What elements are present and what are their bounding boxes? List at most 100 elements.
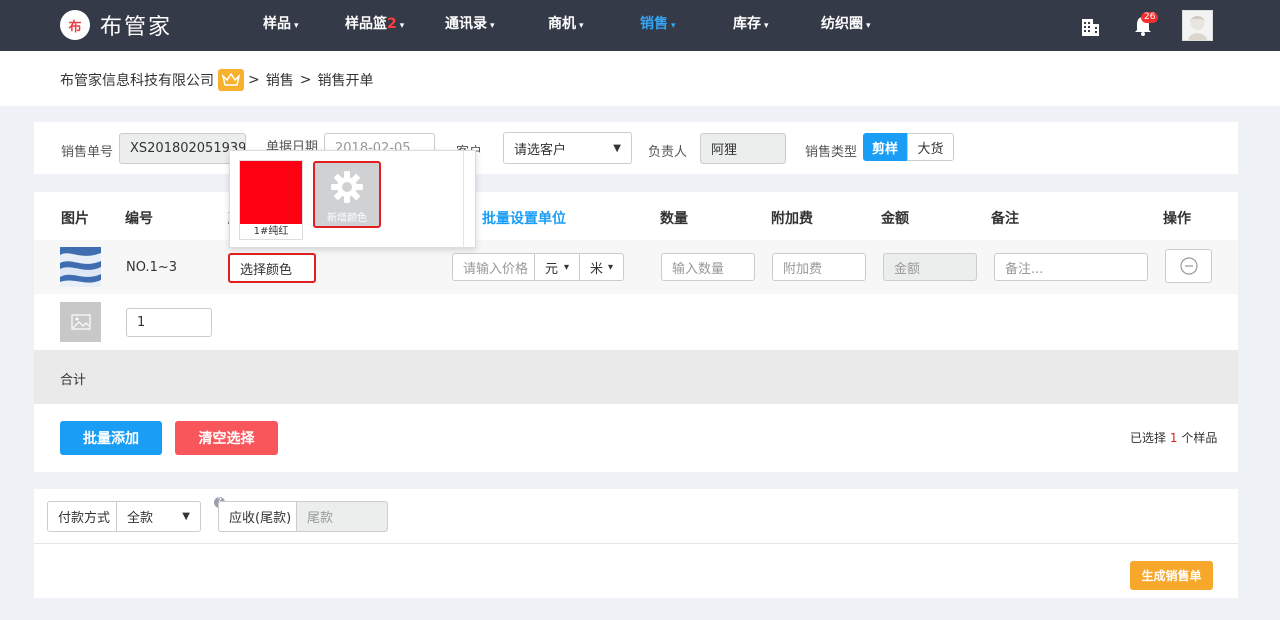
image-placeholder[interactable] bbox=[60, 302, 101, 342]
sale-type-sample-cut[interactable]: 剪样 bbox=[863, 133, 907, 161]
nav-label: 样品 bbox=[263, 16, 291, 32]
logo-text: 布管家 bbox=[100, 15, 173, 40]
remove-row-button[interactable] bbox=[1165, 249, 1212, 283]
caret-down-icon: ▾ bbox=[563, 261, 569, 273]
crown-icon bbox=[218, 69, 244, 91]
nav-item-contacts[interactable]: 通讯录 ▾ bbox=[445, 0, 495, 51]
batch-set-unit-link[interactable]: 批量设置单位 bbox=[482, 208, 566, 228]
quantity-placeholder: 输入数量 bbox=[672, 261, 725, 277]
nav-item-sample-basket[interactable]: 样品篮2 ▾ bbox=[345, 0, 404, 51]
breadcrumb-sales[interactable]: 销售 bbox=[266, 70, 294, 90]
breadcrumb-company[interactable]: 布管家信息科技有限公司 bbox=[60, 70, 214, 90]
chevron-down-icon: ▾ bbox=[764, 21, 769, 31]
amount-placeholder: 金额 bbox=[894, 261, 921, 277]
payment-method-value: 全款 bbox=[127, 511, 154, 526]
basket-count-badge: 2 bbox=[387, 16, 397, 32]
clear-selection-button[interactable]: 清空选择 bbox=[175, 421, 278, 455]
image-icon bbox=[70, 314, 91, 330]
chevron-down-icon: ▾ bbox=[866, 21, 871, 31]
nav-label: 库存 bbox=[733, 16, 761, 32]
breadcrumb-bar: 布管家信息科技有限公司 > 销售 > 销售开单 bbox=[0, 51, 1280, 106]
customer-select[interactable]: 请选客户 ▼ bbox=[503, 132, 632, 164]
avatar-image bbox=[1188, 16, 1207, 40]
nav-item-textile-circle[interactable]: 纺织圈 ▾ bbox=[821, 0, 871, 51]
nav-item-sales[interactable]: 销售 ▾ bbox=[640, 0, 676, 51]
add-color-label: 新增颜色 bbox=[327, 213, 367, 224]
dropdown-scrollbar[interactable] bbox=[463, 151, 464, 247]
unit-select[interactable]: 米 ▾ bbox=[579, 253, 624, 281]
chevron-down-icon: ▾ bbox=[490, 21, 495, 31]
chevron-down-icon: ▾ bbox=[294, 21, 299, 31]
nav-item-opportunities[interactable]: 商机 ▾ bbox=[548, 0, 584, 51]
items-table-card: 图片 编号 颜 批量设置单位 数量 附加费 金额 备注 操作 NO.1~3 选择… bbox=[34, 192, 1238, 472]
minus-circle-icon bbox=[1179, 257, 1198, 275]
amount-field: 金额 bbox=[883, 253, 977, 281]
nav-label: 销售 bbox=[640, 16, 668, 32]
chevron-down-icon: ▾ bbox=[579, 21, 584, 31]
breadcrumb-separator: > bbox=[299, 72, 312, 88]
top-nav: 布 布管家 样品 ▾ 样品篮2 ▾ 通讯录 ▾ 商机 ▾ 销售 ▾ 库存 ▾ 纺织圈 ▾ 26 bbox=[0, 0, 1280, 51]
owner-field: 阿狸 bbox=[700, 133, 786, 164]
payment-card: 付款方式 全款▼ ? 应收(尾款) 尾款 生成销售单 bbox=[34, 489, 1238, 598]
new-item-code-input[interactable]: 1 bbox=[126, 308, 212, 337]
nav-item-inventory[interactable]: 库存 ▾ bbox=[733, 0, 769, 51]
color-swatch[interactable]: 1#纯红 bbox=[239, 160, 303, 240]
quantity-input[interactable]: 输入数量 bbox=[661, 253, 755, 281]
swatch-fill bbox=[240, 161, 302, 224]
nav-label: 纺织圈 bbox=[821, 16, 863, 32]
selected-prefix: 已选择 bbox=[1130, 431, 1167, 445]
notification-badge: 26 bbox=[1141, 12, 1159, 23]
breadcrumb: 布管家信息科技有限公司 > 销售 > 销售开单 bbox=[60, 69, 373, 91]
extra-fee-placeholder: 附加费 bbox=[783, 261, 823, 277]
generate-sales-order-button[interactable]: 生成销售单 bbox=[1130, 561, 1213, 590]
breadcrumb-current: 销售开单 bbox=[317, 73, 374, 89]
order-no-field: XS201802051939 bbox=[119, 133, 246, 164]
payment-method-label: 付款方式 bbox=[47, 501, 117, 532]
price-input[interactable]: 请输入价格 bbox=[452, 253, 535, 281]
col-quantity: 数量 bbox=[660, 211, 688, 227]
table-row: NO.1~3 选择颜色 请输入价格 元 ▾ 米 ▾ 输入数量 附加费 金额 备注..… bbox=[34, 240, 1238, 294]
extra-fee-input[interactable]: 附加费 bbox=[772, 253, 866, 281]
breadcrumb-separator: > bbox=[248, 72, 260, 88]
selected-count: 1 bbox=[1169, 431, 1178, 445]
add-color-button[interactable]: 新增颜色 bbox=[313, 161, 381, 228]
swatch-label: 1#纯红 bbox=[253, 226, 289, 237]
receivable-label: 应收(尾款) bbox=[218, 501, 298, 532]
nav-label: 通讯录 bbox=[445, 16, 487, 32]
avatar[interactable] bbox=[1182, 10, 1213, 41]
nav-label: 样品篮 bbox=[345, 16, 387, 32]
currency-select[interactable]: 元 ▾ bbox=[534, 253, 580, 281]
col-amount: 金额 bbox=[881, 211, 909, 227]
fabric-thumbnail[interactable] bbox=[60, 247, 101, 287]
owner-label: 负责人 bbox=[648, 145, 688, 160]
choose-color-button[interactable]: 选择颜色 bbox=[228, 253, 316, 283]
logo[interactable]: 布 布管家 bbox=[60, 9, 172, 41]
nav-item-samples[interactable]: 样品 ▾ bbox=[263, 0, 299, 51]
sale-type-bulk[interactable]: 大货 bbox=[907, 133, 954, 161]
caret-down-icon: ▼ bbox=[182, 511, 190, 522]
sale-type-label: 销售类型 bbox=[805, 145, 858, 160]
currency-value: 元 bbox=[545, 261, 559, 277]
col-note: 备注 bbox=[991, 211, 1019, 227]
logo-mark: 布 bbox=[60, 10, 90, 40]
selected-count-text: 已选择 1 个样品 bbox=[1130, 429, 1217, 446]
order-no-label: 销售单号 bbox=[61, 145, 114, 160]
color-picker-dropdown: 1#纯红 新增颜色 bbox=[229, 150, 476, 248]
total-row: 合计 bbox=[34, 350, 1238, 404]
selected-suffix: 个样品 bbox=[1181, 431, 1218, 445]
item-code: NO.1~3 bbox=[126, 260, 177, 275]
unit-value: 米 bbox=[590, 261, 604, 277]
payment-method-select[interactable]: 全款 ▼ bbox=[116, 501, 201, 532]
chevron-down-icon: ▾ bbox=[671, 21, 676, 31]
col-extra-fee: 附加费 bbox=[771, 211, 813, 227]
batch-add-button[interactable]: 批量添加 bbox=[60, 421, 162, 455]
col-actions: 操作 bbox=[1163, 211, 1191, 227]
chevron-down-icon: ▾ bbox=[399, 21, 405, 31]
note-placeholder: 备注... bbox=[1005, 261, 1044, 277]
note-input[interactable]: 备注... bbox=[994, 253, 1148, 281]
total-label: 合计 bbox=[60, 373, 87, 388]
caret-down-icon: ▼ bbox=[613, 142, 621, 154]
building-icon[interactable] bbox=[1079, 15, 1101, 37]
nav-label: 商机 bbox=[548, 16, 576, 32]
order-header-card: 销售单号 XS201802051939 单据日期 2018-02-05 客户 请… bbox=[34, 122, 1238, 174]
